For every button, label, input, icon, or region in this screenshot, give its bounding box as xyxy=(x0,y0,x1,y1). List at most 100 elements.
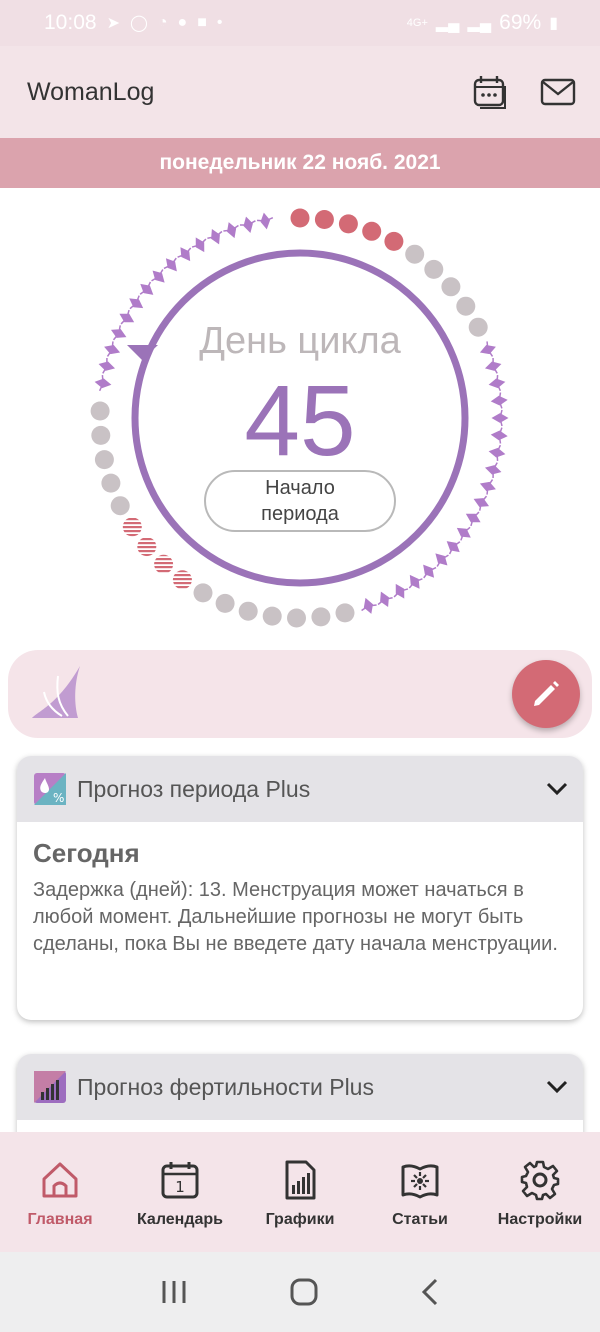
period-forecast-icon: % xyxy=(34,773,66,805)
chevron-down-icon[interactable] xyxy=(545,1079,569,1095)
period-day-dot xyxy=(384,231,404,251)
period-day-dot xyxy=(290,208,310,228)
nav-articles[interactable]: Статьи xyxy=(360,1159,480,1229)
nav-settings[interactable]: Настройки xyxy=(480,1159,600,1229)
period-day-dot xyxy=(362,221,382,241)
recent-apps-icon[interactable] xyxy=(160,1279,188,1305)
signal-type: 4G+ xyxy=(406,17,428,29)
nav-settings-label: Настройки xyxy=(497,1211,583,1228)
cycle-day-number: 45 xyxy=(244,365,356,477)
period-forecast-body: Сегодня Задержка (дней): 13. Менструация… xyxy=(17,822,583,958)
back-icon[interactable] xyxy=(420,1277,440,1307)
calendar-view-button[interactable] xyxy=(470,72,510,112)
cycle-day-dot xyxy=(335,603,355,623)
period-button-line1: Начало xyxy=(265,477,335,499)
whatsapp-icon: ◯ xyxy=(129,15,148,32)
cycle-wheel: День цикла 45 Начало периода xyxy=(80,198,520,638)
cycle-day-dot xyxy=(262,606,282,626)
cycle-day-dot xyxy=(311,607,331,627)
calendar-dots-icon xyxy=(473,76,506,109)
system-nav-bar xyxy=(0,1252,600,1332)
fertile-day-leaf xyxy=(191,237,207,253)
svg-text:1: 1 xyxy=(175,1178,185,1196)
nav-calendar-label: Календарь xyxy=(136,1211,224,1228)
fertile-day-leaf xyxy=(479,479,496,495)
fertile-day-leaf xyxy=(393,583,409,599)
cycle-day-dot xyxy=(238,601,258,621)
settings-icon xyxy=(520,1160,560,1201)
battery-percent: 69% xyxy=(499,11,542,34)
calendar-icon: 1 xyxy=(161,1162,199,1199)
fertile-day-leaf xyxy=(223,222,239,239)
edit-note-button[interactable] xyxy=(512,660,580,728)
telegram-icon: ➤ xyxy=(106,15,120,32)
battery-icon: ▮ xyxy=(549,15,558,32)
date-bar: понедельник 22 нояб. 2021 xyxy=(0,138,600,188)
rss-icon: ◔ xyxy=(157,14,168,31)
app-actions xyxy=(470,72,578,112)
pencil-icon xyxy=(534,681,559,706)
period-button-line2: периода xyxy=(261,503,339,525)
video-icon: ■ xyxy=(197,14,207,31)
cycle-day-dot xyxy=(101,473,121,493)
dot-icon: • xyxy=(216,14,223,31)
nav-calendar[interactable]: 1 Календарь xyxy=(120,1159,240,1229)
cycle-day-dot xyxy=(405,244,425,264)
predicted-period-dot xyxy=(172,570,192,590)
fertile-day-leaf xyxy=(435,553,449,567)
period-forecast-header[interactable]: % Прогноз периода Plus xyxy=(17,756,583,822)
home-icon xyxy=(42,1162,78,1198)
period-start-button[interactable]: Начало периода xyxy=(204,470,396,532)
svg-text:%: % xyxy=(53,791,64,805)
status-right: 4G+ ▂▄ ▂▄ 69% ▮ xyxy=(407,11,558,35)
period-day-dot xyxy=(314,210,334,229)
fertile-day-leaf xyxy=(465,511,481,527)
fertile-day-leaf xyxy=(377,591,393,608)
nav-charts-label: Графики xyxy=(265,1211,335,1228)
cycle-day-dot xyxy=(110,496,130,516)
mail-button[interactable] xyxy=(538,72,578,112)
nav-home-label: Главная xyxy=(27,1211,93,1228)
bottom-nav: Главная 1 Календарь Графики Статьи Настр… xyxy=(0,1132,600,1252)
nav-charts[interactable]: Графики xyxy=(240,1159,360,1229)
leaf-icon xyxy=(32,666,80,718)
fertility-forecast-title: Прогноз фертильности Plus xyxy=(77,1073,374,1100)
charts-icon xyxy=(285,1160,316,1200)
articles-icon xyxy=(401,1164,439,1199)
fertility-forecast-header[interactable]: Прогноз фертильности Plus xyxy=(17,1054,583,1120)
fertile-day-leaf xyxy=(473,495,490,511)
fertile-day-leaf xyxy=(151,269,165,283)
predicted-period-dot xyxy=(137,537,157,557)
fertile-day-leaf xyxy=(207,228,223,245)
signal-icon-2: ▂▄ xyxy=(467,15,492,32)
signal-icon: ▂▄ xyxy=(435,15,460,32)
home-system-icon[interactable] xyxy=(289,1277,319,1307)
app-bar: WomanLog xyxy=(0,46,600,138)
fertile-day-leaf xyxy=(257,212,274,230)
chevron-down-icon[interactable] xyxy=(545,781,569,797)
mail-icon xyxy=(540,78,576,106)
fertile-day-leaf xyxy=(239,216,256,234)
nav-articles-label: Статьи xyxy=(392,1211,448,1228)
cycle-day-dot xyxy=(441,277,461,297)
app-title: WomanLog xyxy=(27,77,155,106)
cycle-day-dot xyxy=(193,583,213,603)
forecast-subtitle: Сегодня xyxy=(33,838,140,868)
nav-home[interactable]: Главная xyxy=(0,1159,120,1229)
cycle-day-label: День цикла xyxy=(199,320,401,362)
period-day-dot xyxy=(338,214,358,234)
fertile-day-leaf xyxy=(361,597,377,614)
forecast-text: Задержка (дней): 13. Менструация может н… xyxy=(33,879,558,955)
fertility-forecast-icon xyxy=(34,1071,66,1103)
cycle-day-dot xyxy=(424,259,444,279)
cycle-day-dot xyxy=(456,296,476,316)
period-forecast-title: Прогноз периода Plus xyxy=(77,775,311,802)
status-time: 10:08 xyxy=(44,11,97,34)
cycle-day-dot xyxy=(215,593,235,613)
predicted-period-dot xyxy=(154,554,174,574)
chat-icon: ● xyxy=(177,14,188,31)
cycle-day-dot xyxy=(287,608,306,628)
status-left: 10:08 ➤ ◯ ◔ ● ■ • xyxy=(44,11,223,35)
period-forecast-card: % Прогноз периода Plus Сегодня Задержка … xyxy=(17,756,583,1020)
notes-bar[interactable] xyxy=(8,650,592,738)
